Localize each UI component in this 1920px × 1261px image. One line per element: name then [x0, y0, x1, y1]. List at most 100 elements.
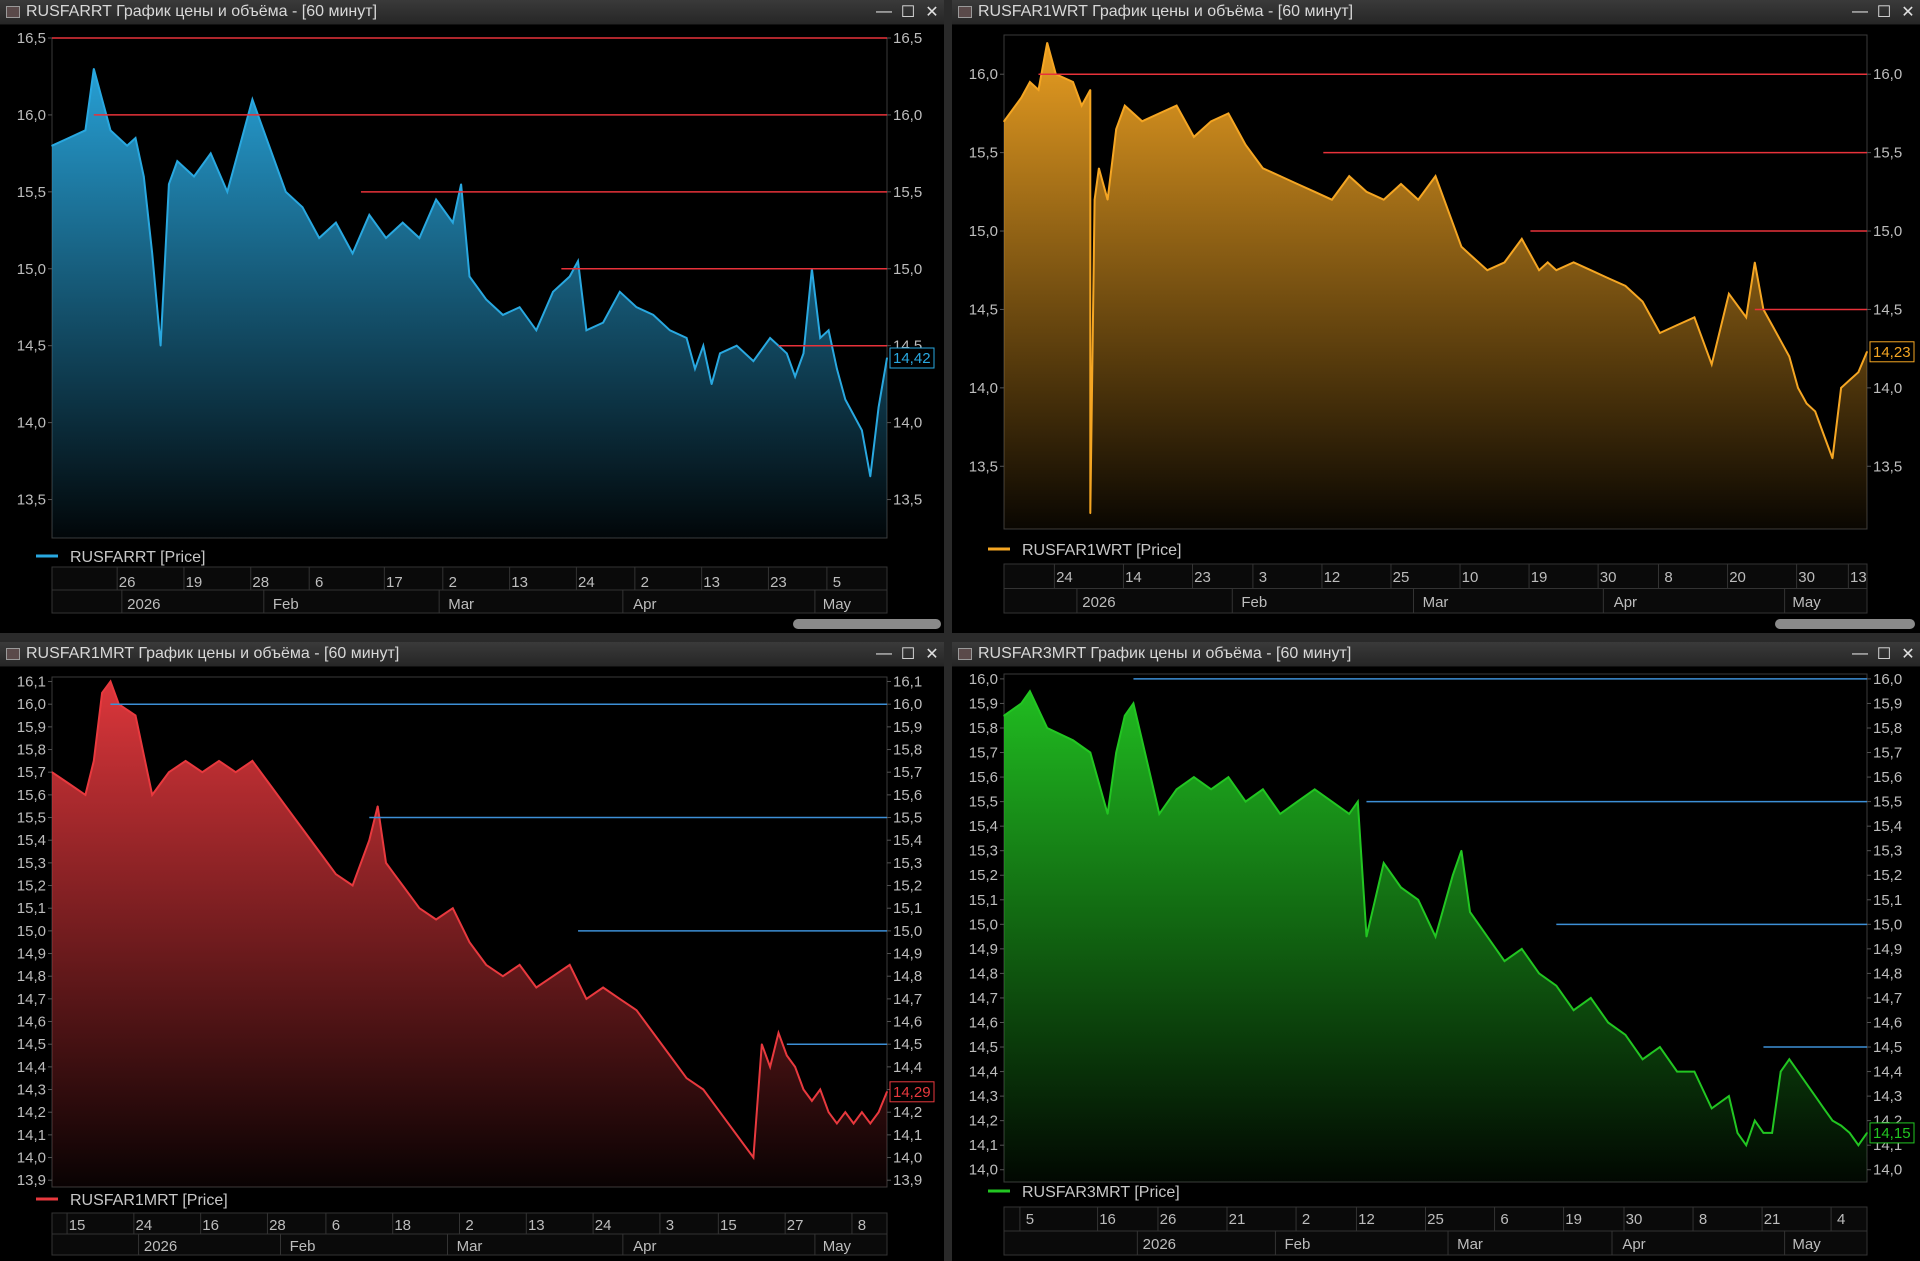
y-tick-label-right: 15,4 [893, 832, 922, 849]
price-point [1710, 363, 1713, 366]
y-tick-label-right: 14,4 [1873, 1064, 1902, 1081]
y-tick-label-left: 14,8 [17, 968, 46, 985]
legend-label[interactable]: RUSFARRT [Price] [70, 549, 205, 566]
price-point [836, 368, 838, 370]
price-point [819, 1088, 821, 1091]
price-point [877, 406, 880, 409]
price-point [861, 1111, 863, 1113]
price-point [1866, 1132, 1868, 1134]
price-point [694, 368, 696, 370]
price-point [159, 782, 162, 785]
x-day-tick-label: 2 [641, 574, 649, 591]
x-day-tick-label: 21 [1764, 1211, 1781, 1228]
y-tick-label-left: 16,0 [17, 696, 46, 713]
price-point [1313, 788, 1316, 791]
price-point [335, 221, 337, 224]
y-tick-label-right: 14,9 [893, 946, 922, 963]
price-point [1452, 874, 1454, 876]
price-point [819, 337, 821, 339]
y-tick-label-right: 15,5 [1873, 145, 1902, 162]
price-point [1020, 702, 1023, 705]
chart-window-rusfar1mrt[interactable]: RUSFAR1MRT График цены и объёма - [60 ми… [0, 642, 944, 1261]
price-point [435, 918, 437, 921]
price-point [1624, 285, 1627, 287]
x-day-tick-label: 13 [1850, 569, 1867, 586]
x-month-tick-label: Apr [1614, 594, 1637, 611]
y-tick-label-right: 15,7 [1873, 745, 1902, 762]
y-tick-label-left: 15,0 [17, 261, 46, 278]
price-point [209, 152, 212, 155]
price-point [285, 191, 287, 193]
price-point [168, 183, 170, 185]
y-tick-label-right: 13,5 [893, 492, 922, 509]
price-point [301, 206, 304, 208]
price-point [485, 298, 488, 301]
legend-label[interactable]: RUSFAR1MRT [Price] [70, 1192, 228, 1209]
y-tick-label-left: 15,2 [17, 878, 46, 895]
price-point [535, 986, 538, 989]
price-point [1365, 191, 1368, 193]
x-day-tick-label: 17 [386, 574, 403, 591]
price-point [1728, 293, 1730, 295]
x-day-tick-label: 16 [202, 1217, 219, 1234]
y-tick-label-right: 14,5 [893, 1036, 922, 1053]
last-price-label: 14,15 [1873, 1125, 1911, 1142]
last-price-label: 14,29 [893, 1084, 931, 1101]
chart-window-rusfar1wrt[interactable]: RUSFAR1WRT График цены и объёма - [60 ми… [952, 0, 1920, 633]
price-point [1279, 813, 1281, 815]
x-month-tick-label: 2026 [127, 596, 160, 613]
price-point [1624, 1034, 1627, 1036]
price-point [251, 760, 254, 762]
price-chart[interactable]: 16,1 16,1 16,0 16,0 15,9 15,9 15,8 15,8 15,7 15,7… [0, 642, 944, 1261]
horizontal-splitter[interactable] [0, 633, 1920, 642]
y-tick-label-right: 14,7 [893, 991, 922, 1008]
price-point [811, 1100, 813, 1102]
y-tick-label-right: 16,5 [893, 30, 922, 47]
price-point [1857, 1144, 1860, 1146]
price-point [1538, 269, 1540, 272]
x-day-tick-label: 16 [1099, 1211, 1116, 1228]
y-tick-label-left: 14,0 [17, 415, 46, 432]
chart-window-rusfarrt[interactable]: RUSFARRT График цены и объёма - [60 мину… [0, 0, 944, 633]
price-point [468, 275, 471, 278]
price-point [143, 175, 145, 178]
price-chart[interactable]: 16,0 16,0 15,5 15,5 15,0 15,0 14,5 14,5 14,0 14,0… [952, 0, 1920, 633]
price-point [1848, 379, 1851, 381]
price-chart[interactable]: 16,5 16,516,0 16,015,5 15,515,0 15,014,5 14,5… [0, 0, 944, 633]
price-point [368, 839, 371, 841]
price-point [1823, 1107, 1825, 1110]
price-point [1141, 120, 1143, 123]
legend-label[interactable]: RUSFAR1WRT [Price] [1022, 542, 1181, 559]
price-point [1797, 1070, 1799, 1073]
y-tick-label-right: 14,4 [893, 1059, 922, 1076]
price-point [861, 429, 863, 432]
horizontal-scrollbar[interactable] [1775, 619, 1915, 629]
price-point [1098, 167, 1100, 170]
legend-label[interactable]: RUSFAR3MRT [Price] [1022, 1184, 1180, 1201]
price-point [1374, 899, 1376, 901]
price-point [844, 398, 847, 401]
vertical-splitter[interactable] [944, 0, 952, 1261]
price-point [1607, 1021, 1609, 1024]
price-point [1400, 886, 1402, 889]
x-day-tick-label: 6 [315, 574, 323, 591]
price-point [652, 314, 654, 316]
price-point [126, 144, 128, 147]
x-day-tick-label: 15 [720, 1217, 737, 1234]
price-point [1193, 776, 1195, 778]
x-month-tick-label: Apr [633, 596, 656, 613]
horizontal-scrollbar[interactable] [793, 619, 941, 629]
last-price-label: 14,42 [893, 350, 931, 367]
price-point [1046, 42, 1048, 44]
x-day-tick-label: 8 [858, 1217, 866, 1234]
x-day-tick-label: 8 [1699, 1211, 1707, 1228]
y-tick-label-left: 15,5 [17, 184, 46, 201]
price-point [134, 714, 137, 717]
price-point [735, 1134, 738, 1136]
price-chart[interactable]: 16,0 16,0 15,9 15,9 15,8 15,8 15,7 15,7 15,6 15,6… [952, 642, 1920, 1261]
price-point [1003, 714, 1005, 717]
y-tick-label-left: 15,7 [969, 745, 998, 762]
y-tick-label-right: 15,6 [893, 787, 922, 804]
chart-window-rusfar3mrt[interactable]: RUSFAR3MRT График цены и объёма - [60 ми… [952, 642, 1920, 1261]
y-tick-label-left: 14,5 [969, 301, 998, 318]
